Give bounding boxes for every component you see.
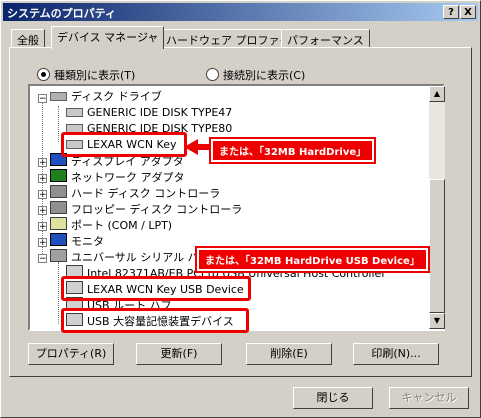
expand-icon[interactable]: + [38, 158, 47, 168]
remove-button[interactable]: 削除(E) [246, 343, 332, 365]
highlight-lexar-usb [61, 276, 251, 301]
help-button[interactable]: ? [443, 5, 459, 19]
port-icon [50, 217, 67, 230]
scroll-down-icon[interactable]: ▼ [429, 313, 445, 329]
network-icon [50, 169, 67, 182]
annotation-hard-drive: または、「32MB HardDrive」 [208, 137, 377, 164]
expand-icon[interactable]: + [38, 174, 47, 184]
tab-performance[interactable]: パフォーマンス [281, 29, 370, 48]
tree-label: フロッピー ディスク コントローラ [71, 203, 243, 216]
tree-label: ハード ディスク コントローラ [71, 187, 221, 200]
tree-label: ディスク ドライブ [71, 90, 162, 103]
monitor-icon [50, 233, 67, 246]
tree-label: モニタ [71, 235, 104, 248]
expand-icon[interactable]: + [38, 238, 47, 248]
close-window-button[interactable]: X [460, 5, 476, 19]
highlight-mass-storage [61, 308, 249, 333]
tab-device-manager[interactable]: デバイス マネージャ [51, 26, 165, 49]
tree-line [58, 262, 59, 324]
close-button[interactable]: 閉じる [293, 387, 373, 409]
tree-label: ポート (COM / LPT) [71, 219, 173, 232]
cancel-button[interactable]: キャンセル [389, 387, 469, 409]
tree-scrollbar[interactable]: ▲ ▼ [429, 86, 445, 329]
tree-label: ネットワーク アダプタ [71, 171, 185, 184]
scroll-thumb[interactable] [429, 179, 445, 313]
properties-button[interactable]: プロパティ(R) [28, 343, 114, 365]
usb-icon [50, 249, 67, 262]
title-bar: システムのプロパティ ? X [3, 3, 478, 21]
collapse-icon[interactable]: − [38, 94, 47, 104]
disk-drive-icon [50, 92, 67, 101]
tree-disk-1[interactable]: GENERIC IDE DISK TYPE47 [66, 105, 232, 121]
radio-by-type-label: 種類別に表示(T) [54, 69, 136, 82]
radio-by-connection[interactable]: 接続別に表示(C) [206, 67, 305, 83]
scroll-up-icon[interactable]: ▲ [429, 86, 445, 102]
disk-drive-icon [66, 108, 83, 117]
tree-fdd-controllers[interactable]: フロッピー ディスク コントローラ [50, 201, 242, 217]
radio-by-type[interactable]: 種類別に表示(T) [37, 67, 135, 83]
annotation-usb-device: または、「32MB HardDrive USB Device」 [195, 246, 430, 273]
tree-monitors[interactable]: モニタ [50, 233, 104, 249]
controller-icon [50, 201, 67, 214]
print-button[interactable]: 印刷(N)... [353, 343, 439, 365]
arrow-shaft [197, 144, 209, 150]
highlight-lexar-disk [61, 132, 187, 157]
tree-label: GENERIC IDE DISK TYPE47 [87, 106, 233, 119]
controller-icon [50, 185, 67, 198]
tree-usb[interactable]: ユニバーサル シリアル バス [50, 249, 210, 265]
tree-network-adapters[interactable]: ネットワーク アダプタ [50, 169, 185, 185]
tree-disk-drives[interactable]: ディスク ドライブ [50, 89, 162, 105]
radio-by-connection-label: 接続別に表示(C) [223, 69, 306, 82]
radio-selected-icon [37, 68, 50, 81]
system-properties-window: システムのプロパティ ? X 全般 デバイス マネージャ ハードウェア プロファ… [0, 0, 481, 418]
tree-hdd-controllers[interactable]: ハード ディスク コントローラ [50, 185, 220, 201]
expand-icon[interactable]: + [38, 206, 47, 216]
collapse-icon[interactable]: − [38, 254, 47, 264]
tree-ports[interactable]: ポート (COM / LPT) [50, 217, 172, 233]
arrow-icon [184, 139, 198, 155]
tree-line [58, 106, 59, 142]
radio-unselected-icon [206, 68, 219, 81]
refresh-button[interactable]: 更新(F) [136, 343, 222, 365]
tree-label: ユニバーサル シリアル バス [71, 251, 210, 264]
tab-general[interactable]: 全般 [11, 29, 45, 48]
expand-icon[interactable]: + [38, 190, 47, 200]
expand-icon[interactable]: + [38, 222, 47, 232]
window-title: システムのプロパティ [7, 7, 117, 20]
